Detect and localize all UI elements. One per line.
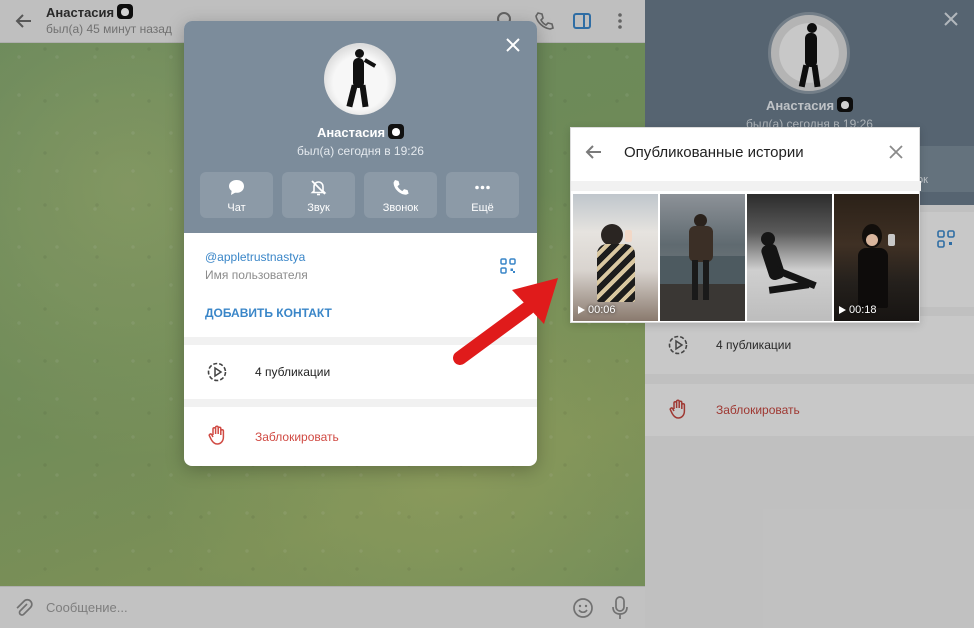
more-icon bbox=[475, 185, 490, 190]
profile-popup: Анастасия был(а) сегодня в 19:26 Чат Зву… bbox=[184, 21, 537, 466]
mute-button[interactable]: Звук bbox=[282, 172, 355, 218]
section-divider bbox=[184, 399, 537, 407]
more-button[interactable]: Ещё bbox=[446, 172, 519, 218]
call-button[interactable]: Звонок bbox=[364, 172, 437, 218]
play-icon bbox=[578, 306, 585, 314]
profile-name: Анастасия bbox=[184, 124, 537, 140]
close-icon[interactable] bbox=[888, 144, 904, 160]
username-caption: Имя пользователя bbox=[205, 268, 308, 282]
story-thumbnail[interactable] bbox=[747, 194, 832, 321]
add-contact-button[interactable]: ДОБАВИТЬ КОНТАКТ bbox=[205, 306, 332, 320]
stories-icon bbox=[207, 362, 227, 382]
block-label: Заблокировать bbox=[255, 430, 339, 444]
avatar[interactable] bbox=[324, 43, 396, 115]
video-duration-badge: 00:06 bbox=[578, 304, 616, 316]
mute-bell-icon bbox=[310, 180, 327, 196]
block-row[interactable]: Заблокировать bbox=[184, 407, 537, 466]
hand-stop-icon bbox=[208, 425, 225, 445]
story-thumbnail[interactable] bbox=[660, 194, 745, 321]
red-arrow-annotation bbox=[453, 278, 558, 365]
username-link[interactable]: @appletrustnastya bbox=[205, 250, 305, 264]
publications-label: 4 публикации bbox=[255, 365, 331, 379]
phone-icon bbox=[393, 180, 409, 195]
profile-actions: Чат Звук Звонок Ещё bbox=[200, 172, 519, 218]
video-duration-badge: 00:18 bbox=[839, 304, 877, 316]
chat-icon bbox=[229, 180, 244, 195]
stories-grid: 00:06 00:18 bbox=[573, 194, 919, 321]
back-arrow-icon[interactable] bbox=[584, 142, 604, 162]
apple-badge-icon bbox=[388, 124, 405, 139]
story-thumbnail[interactable]: 00:18 bbox=[834, 194, 919, 321]
play-icon bbox=[839, 306, 846, 314]
story-thumbnail[interactable]: 00:06 bbox=[573, 194, 658, 321]
profile-status: был(а) сегодня в 19:26 bbox=[297, 144, 424, 158]
chat-button[interactable]: Чат bbox=[200, 172, 273, 218]
stories-popup: Опубликованные истории 00:06 00:18 bbox=[570, 127, 921, 323]
close-icon[interactable] bbox=[505, 37, 521, 53]
section-divider bbox=[571, 181, 921, 191]
stories-title: Опубликованные истории bbox=[624, 144, 804, 161]
